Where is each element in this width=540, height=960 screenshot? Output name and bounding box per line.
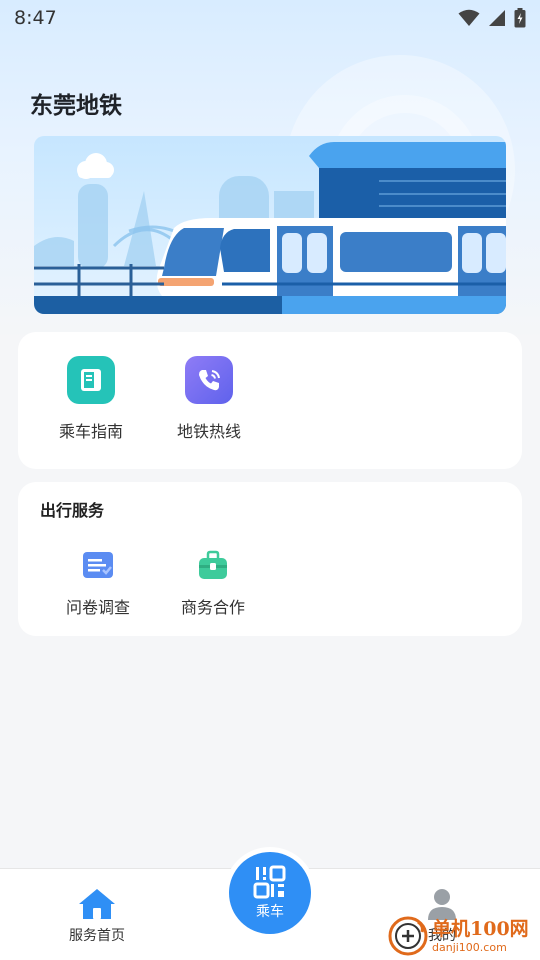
phone-icon — [185, 356, 233, 404]
metro-hotline-label: 地铁热线 — [176, 422, 241, 441]
battery-icon — [514, 8, 526, 28]
tab-service-home[interactable]: 服务首页 — [37, 887, 157, 945]
ride-guide-label: 乘车指南 — [58, 422, 123, 441]
business-cooperation-label: 商务合作 — [180, 598, 245, 617]
watermark-text: 单机100网 danji100.com — [432, 917, 529, 954]
watermark-logo: 单机100网 danji100.com — [388, 912, 540, 960]
banner-image[interactable] — [34, 136, 506, 314]
survey-label: 问卷调查 — [65, 598, 130, 617]
tab-service-home-label: 服务首页 — [69, 928, 125, 944]
metro-hotline-entry[interactable]: 地铁热线 — [149, 356, 269, 442]
metro-train-illustration — [34, 136, 506, 314]
status-bar: 8:47 — [0, 0, 540, 36]
qr-code-icon — [253, 865, 286, 899]
survey-entry[interactable]: 问卷调查 — [38, 548, 158, 618]
business-cooperation-entry[interactable]: 商务合作 — [153, 548, 273, 618]
ride-qr-button[interactable]: 乘车 — [229, 852, 311, 934]
book-icon — [67, 356, 115, 404]
quick-entry-card: 乘车指南 地铁热线 — [18, 332, 522, 469]
home-icon — [79, 889, 115, 919]
survey-icon — [81, 548, 115, 582]
watermark-sub-text: danji100.com — [432, 940, 507, 954]
cell-signal-icon — [489, 10, 505, 26]
wifi-icon — [458, 9, 480, 26]
page-title: 东莞地铁 — [30, 93, 122, 119]
section-title: 出行服务 — [40, 501, 105, 520]
travel-services-card: 出行服务 问卷调查 商务合作 — [18, 482, 522, 636]
watermark-main-text: 单机100网 — [432, 917, 529, 940]
status-icons — [458, 8, 526, 28]
ride-button-label: 乘车 — [256, 904, 284, 920]
briefcase-icon — [196, 548, 230, 582]
ride-guide-entry[interactable]: 乘车指南 — [31, 356, 151, 442]
status-time: 8:47 — [14, 7, 57, 29]
watermark-badge-icon — [388, 916, 428, 956]
